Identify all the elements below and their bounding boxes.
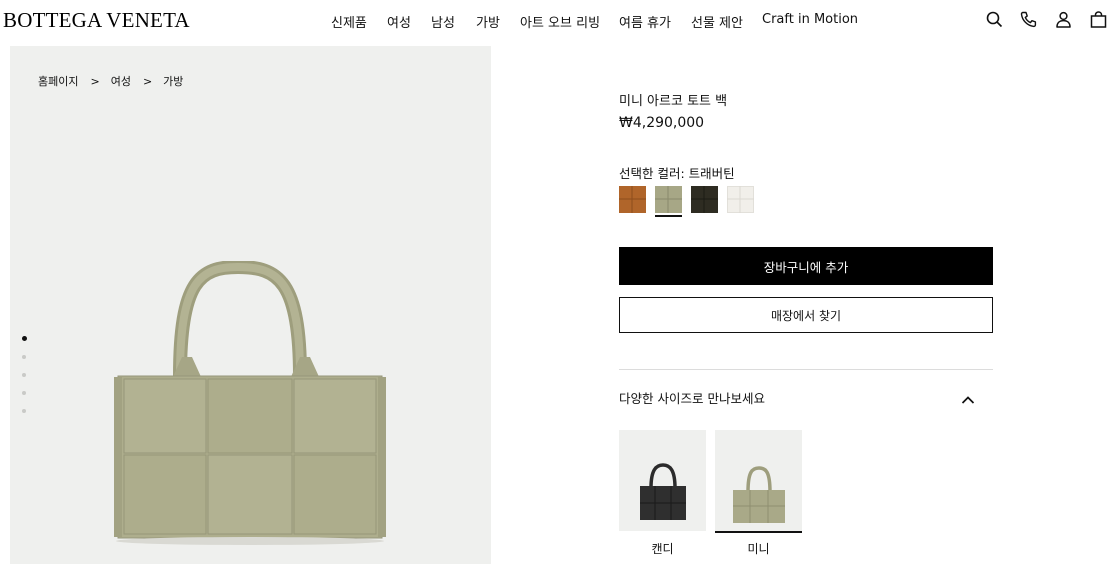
sizes-heading[interactable]: 다양한 사이즈로 만나보세요 [619,388,765,407]
nav-item-summer-holiday[interactable]: 여름 휴가 [619,12,671,31]
gallery-pagination [22,336,27,427]
nav-item-craft-in-motion[interactable]: Craft in Motion [762,12,858,27]
size-label: 캔디 [651,542,674,556]
size-option-mini[interactable]: 미니 [715,430,802,557]
nav-item-men[interactable]: 남성 [431,12,455,31]
size-options: 캔디 미니 [619,430,811,557]
size-thumbnail [619,430,706,531]
product-image [114,261,386,545]
breadcrumb-separator-icon: > [90,74,100,88]
size-label: 미니 [747,542,770,556]
swatch-selected-indicator [655,215,682,217]
size-selected-indicator [715,531,802,533]
account-icon[interactable] [1055,11,1072,28]
nav-item-bags[interactable]: 가방 [476,12,500,31]
size-option-candy[interactable]: 캔디 [619,430,706,557]
product-gallery[interactable]: 홈페이지 > 여성 > 가방 [10,46,491,564]
gallery-dot-3[interactable] [22,373,26,377]
swatch-chalk[interactable] [727,186,754,213]
site-header: BOTTEGA VENETA 신제품 여성 남성 가방 아트 오브 리빙 여름 … [0,0,1109,42]
swatch-dark-moss[interactable] [691,186,718,213]
chevron-up-icon[interactable] [961,390,975,409]
find-in-store-button[interactable]: 매장에서 찾기 [619,297,993,333]
swatch-travertine[interactable] [655,186,682,217]
gallery-dot-5[interactable] [22,409,26,413]
search-icon[interactable] [986,11,1003,28]
nav-item-new[interactable]: 신제품 [331,12,367,31]
section-divider [619,369,993,370]
phone-icon[interactable] [1020,11,1037,28]
gallery-dot-2[interactable] [22,355,26,359]
breadcrumb-bags[interactable]: 가방 [163,73,183,89]
breadcrumb-home[interactable]: 홈페이지 [38,73,78,89]
product-title: 미니 아르코 토트 백 [619,94,728,109]
color-swatches [619,186,763,217]
nav-item-art-of-living[interactable]: 아트 오브 리빙 [520,12,600,31]
shopping-bag-icon[interactable] [1090,11,1107,28]
gallery-dot-4[interactable] [22,391,26,395]
breadcrumb-women[interactable]: 여성 [111,73,131,89]
add-to-cart-button[interactable]: 장바구니에 추가 [619,247,993,285]
breadcrumb: 홈페이지 > 여성 > 가방 [38,73,183,89]
breadcrumb-separator-icon: > [142,74,153,88]
nav-item-women[interactable]: 여성 [387,12,411,31]
gallery-dot-1[interactable] [22,336,27,341]
size-thumbnail [715,430,802,531]
swatch-caramel[interactable] [619,186,646,213]
brand-logo[interactable]: BOTTEGA VENETA [3,8,190,33]
nav-item-gifts[interactable]: 선물 제안 [691,12,743,31]
selected-color-label: 선택한 컬러: 트래버틴 [619,166,735,181]
product-price: ₩4,290,000 [619,115,705,131]
